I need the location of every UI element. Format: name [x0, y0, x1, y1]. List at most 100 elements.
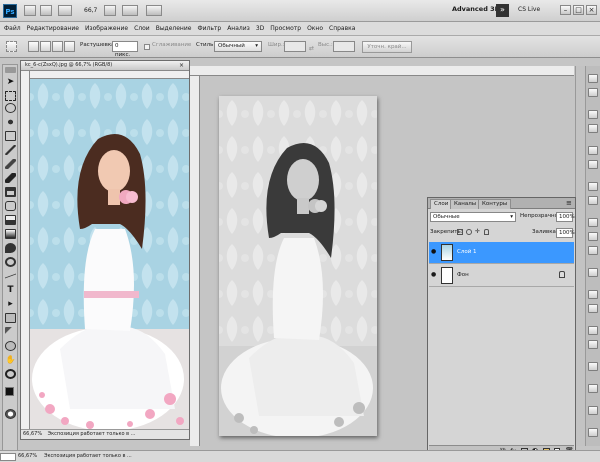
brush-panel-icon[interactable] — [588, 182, 598, 191]
blur-tool-icon[interactable] — [5, 243, 16, 253]
add-selection-icon[interactable] — [40, 41, 51, 52]
menu-3d[interactable]: 3D — [256, 25, 264, 32]
menu-analysis[interactable]: Анализ — [227, 25, 250, 32]
menu-file[interactable]: Файл — [4, 25, 21, 32]
swap-dimensions-icon[interactable]: ⇄ — [309, 45, 314, 52]
animation-panel-icon[interactable] — [588, 406, 598, 415]
info-panel-icon[interactable] — [588, 326, 598, 335]
bridge-icon[interactable] — [24, 5, 36, 16]
layer-row-background[interactable]: ● Фон — [429, 265, 574, 287]
smoothing-checkbox[interactable] — [144, 44, 150, 50]
shape-tool-icon[interactable] — [5, 313, 16, 323]
brush-tool-icon[interactable] — [5, 173, 16, 183]
tab-channels[interactable]: Каналы — [450, 199, 481, 209]
hand-tool-icon[interactable]: ✋ — [5, 355, 16, 365]
layer-name[interactable]: Фон — [457, 272, 469, 278]
histogram-panel-icon[interactable] — [588, 362, 598, 371]
document-status-text[interactable]: Экспозиция работает только в ... — [48, 431, 136, 437]
menu-view[interactable]: Просмотр — [270, 25, 301, 32]
feather-input[interactable]: 0 пикс. — [112, 41, 138, 58]
tab-paths[interactable]: Контуры — [478, 199, 512, 209]
opacity-input[interactable]: 100% — [556, 212, 575, 222]
document-zoom-field[interactable]: 66,67% — [23, 431, 42, 437]
workspace-switcher[interactable]: Advanced 3D — [452, 5, 500, 13]
menu-filter[interactable]: Фильтр — [197, 25, 221, 32]
minimize-icon[interactable]: – — [560, 5, 571, 15]
taskbar-zoom-field[interactable]: 66,67% — [18, 453, 37, 459]
zoom-level-dropdown[interactable]: 66,7 — [84, 7, 97, 14]
color-panel-icon[interactable] — [588, 74, 598, 83]
cs-live-button[interactable]: CS Live — [518, 6, 540, 13]
eraser-tool-icon[interactable] — [5, 215, 16, 225]
zoom-tool-icon[interactable] — [5, 369, 16, 379]
toolbar-grip[interactable] — [5, 67, 16, 73]
quick-select-tool-icon[interactable] — [5, 117, 16, 127]
blend-mode-select[interactable]: Обычные ▾ — [430, 212, 516, 222]
3d-orbit-tool-icon[interactable] — [5, 341, 16, 351]
adjustments-panel-icon[interactable] — [588, 146, 598, 155]
clone-source-panel-icon[interactable] — [588, 196, 598, 205]
width-input[interactable] — [284, 41, 306, 52]
layer-row-layer1[interactable]: ● Слой 1 — [429, 242, 574, 264]
menu-window[interactable]: Окно — [307, 25, 323, 32]
actions-panel-icon[interactable] — [588, 124, 598, 133]
navigator-panel-icon[interactable] — [588, 340, 598, 349]
pen-tool-icon[interactable] — [5, 271, 16, 281]
marquee-preset-icon[interactable] — [6, 41, 17, 52]
eye-icon[interactable]: ● — [431, 249, 438, 255]
foreground-color-swatch[interactable] — [5, 387, 14, 396]
path-selection-tool-icon[interactable]: ▸ — [5, 299, 16, 309]
history-brush-tool-icon[interactable] — [5, 201, 16, 211]
screen-mode-icon[interactable] — [146, 5, 162, 16]
minimized-doc-thumbnail[interactable] — [0, 453, 16, 461]
arrange-documents-icon[interactable] — [122, 5, 138, 16]
panel-menu-icon[interactable]: ≡ — [566, 199, 572, 207]
view-extras-icon[interactable] — [58, 5, 72, 16]
3d-rotate-tool-icon[interactable] — [5, 327, 16, 337]
subtract-selection-icon[interactable] — [52, 41, 63, 52]
move-tool-icon[interactable]: ➤ — [5, 77, 16, 87]
fill-input[interactable]: 100% — [556, 228, 575, 238]
quick-mask-icon[interactable] — [5, 409, 16, 419]
lock-all-icon[interactable] — [484, 229, 489, 235]
menu-image[interactable]: Изображение — [85, 25, 128, 32]
type-tool-icon[interactable]: T — [5, 285, 16, 295]
layers-panel-icon[interactable] — [588, 218, 598, 227]
lock-transparency-icon[interactable] — [457, 229, 463, 235]
lasso-tool-icon[interactable] — [5, 103, 16, 113]
document-tab[interactable]: kc_6-c(ZsxQ).jpg @ 66,7% (RGB/8) — [21, 61, 189, 71]
3d-panel-icon[interactable] — [588, 268, 598, 277]
layer-name[interactable]: Слой 1 — [457, 249, 477, 255]
swatches-panel-icon[interactable] — [588, 88, 598, 97]
grayscale-canvas-image[interactable] — [219, 96, 377, 436]
close-icon[interactable]: × — [586, 5, 597, 15]
marquee-tool-icon[interactable] — [5, 91, 16, 101]
menu-select[interactable]: Выделение — [156, 25, 192, 32]
style-select[interactable]: Обычный ▾ — [214, 41, 262, 52]
refine-edge-button[interactable]: Уточн. край... — [362, 41, 412, 53]
masks-panel-icon[interactable] — [588, 160, 598, 169]
history-panel-icon[interactable] — [588, 110, 598, 119]
intersect-selection-icon[interactable] — [64, 41, 75, 52]
channels-panel-icon[interactable] — [588, 232, 598, 241]
healing-brush-tool-icon[interactable] — [5, 159, 16, 169]
color-photo[interactable] — [30, 79, 189, 429]
paragraph-panel-icon[interactable] — [588, 304, 598, 313]
new-selection-icon[interactable] — [28, 41, 39, 52]
tab-layers[interactable]: Слои — [430, 199, 453, 209]
crop-tool-icon[interactable] — [5, 131, 16, 141]
mini-bridge-icon[interactable] — [40, 5, 52, 16]
clone-stamp-tool-icon[interactable] — [5, 187, 16, 197]
document-close-icon[interactable]: × — [179, 62, 186, 69]
hand-tool-icon[interactable] — [104, 5, 116, 16]
notes-panel-icon[interactable] — [588, 428, 598, 437]
lock-position-icon[interactable]: ✛ — [475, 229, 480, 235]
menu-edit[interactable]: Редактирование — [27, 25, 79, 32]
eyedropper-tool-icon[interactable] — [5, 145, 16, 155]
menu-help[interactable]: Справка — [329, 25, 355, 32]
tool-presets-panel-icon[interactable] — [588, 384, 598, 393]
eye-icon[interactable]: ● — [431, 272, 438, 278]
paths-panel-icon[interactable] — [588, 246, 598, 255]
workspace-more-icon[interactable]: » — [496, 4, 509, 17]
height-input[interactable] — [333, 41, 355, 52]
